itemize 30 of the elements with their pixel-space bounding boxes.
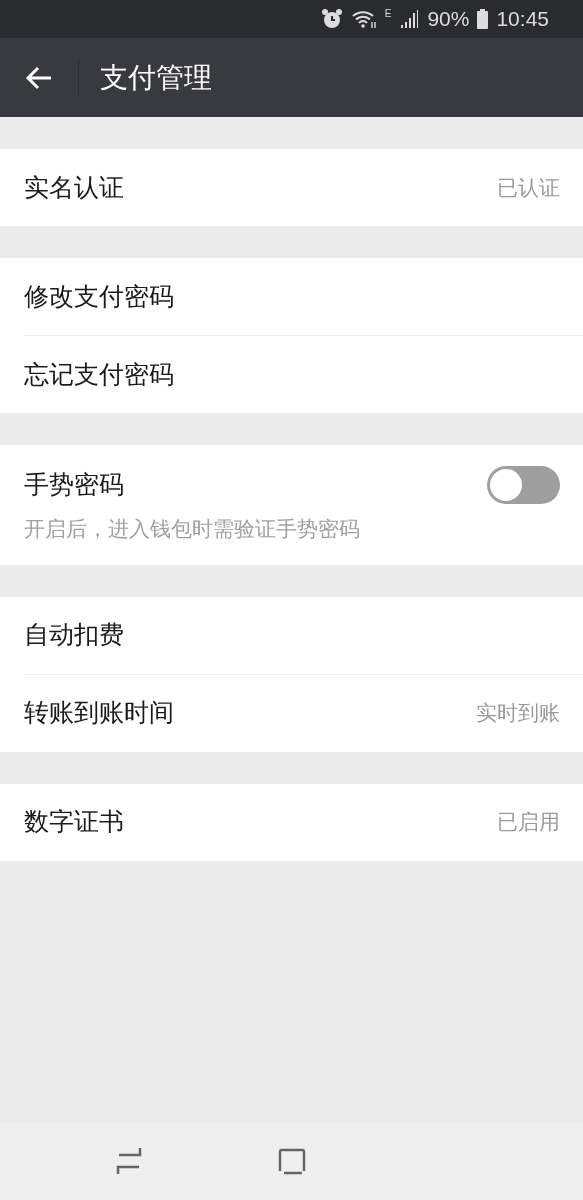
toggle-switch[interactable] — [487, 466, 560, 504]
home-icon[interactable] — [278, 1147, 306, 1175]
settings-row[interactable]: 自动扣费 — [24, 596, 583, 674]
page-title: 支付管理 — [100, 60, 212, 95]
row-label: 忘记支付密码 — [24, 358, 174, 390]
battery-level: 90% — [427, 6, 470, 33]
settings-row[interactable]: 数字证书 已启用 — [24, 783, 583, 861]
network-type: E — [384, 7, 392, 21]
wifi-icon — [350, 9, 377, 29]
row-label: 数字证书 — [24, 806, 124, 838]
back-arrow-icon — [25, 65, 53, 90]
settings-row[interactable]: 手势密码 开启后，进入钱包时需验证手势密码 — [24, 445, 583, 565]
clock: 10:45 — [496, 6, 549, 33]
settings-row[interactable]: 修改支付密码 — [24, 258, 583, 335]
signal-icon — [399, 9, 420, 29]
row-value: 实时到账 — [476, 700, 560, 727]
alarm-icon — [320, 8, 343, 30]
recent-apps-icon[interactable] — [116, 1147, 142, 1175]
row-label: 手势密码 — [24, 469, 124, 501]
settings-row[interactable]: 实名认证 已认证 — [24, 149, 583, 226]
row-value: 已启用 — [497, 809, 560, 836]
settings-row[interactable]: 忘记支付密码 — [24, 335, 583, 413]
row-label: 自动扣费 — [24, 619, 124, 651]
row-label: 修改支付密码 — [24, 280, 174, 312]
row-value: 已认证 — [497, 174, 560, 201]
settings-row[interactable]: 转账到账时间 实时到账 — [24, 673, 583, 752]
row-label: 转账到账时间 — [24, 697, 174, 729]
row-label: 实名认证 — [24, 171, 124, 203]
row-description: 开启后，进入钱包时需验证手势密码 — [24, 516, 361, 542]
battery-icon — [477, 9, 489, 29]
